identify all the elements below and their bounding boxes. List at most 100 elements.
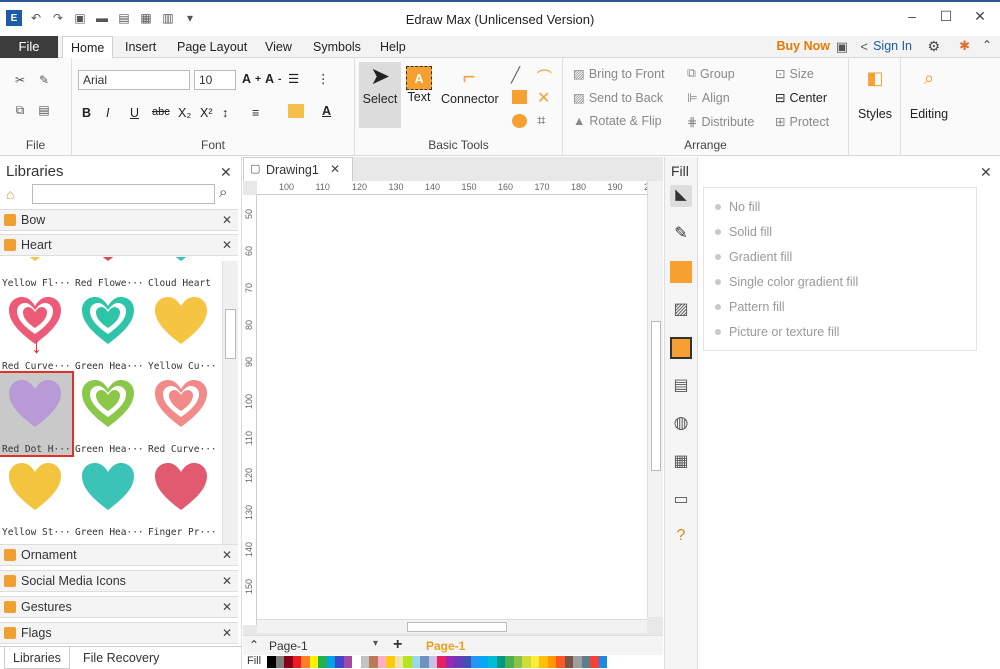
add-page-icon[interactable]: + — [393, 636, 402, 654]
close-category-icon[interactable]: ✕ — [222, 548, 232, 562]
page-tab[interactable]: Page-1 — [426, 639, 465, 653]
globe-icon[interactable]: ◍ — [670, 413, 692, 435]
page-selector[interactable]: Page-1 — [269, 639, 308, 653]
library-scrollbar[interactable] — [222, 261, 238, 545]
color-swatch[interactable] — [292, 656, 301, 668]
color-swatch[interactable] — [386, 656, 395, 668]
library-shape[interactable]: Yellow Cu··· — [146, 290, 218, 372]
fill-option-no-fill[interactable]: No fill — [715, 200, 760, 214]
tab-view[interactable]: View — [257, 36, 300, 58]
close-category-icon[interactable]: ✕ — [222, 626, 232, 640]
color-swatch[interactable] — [352, 656, 361, 668]
library-search-input[interactable] — [32, 184, 215, 204]
protect-button[interactable]: ⊞ Protect — [775, 114, 829, 130]
size-button[interactable]: ⊡ Size — [775, 66, 814, 82]
minimize-button[interactable]: – — [900, 8, 924, 28]
color-swatch[interactable] — [335, 656, 344, 668]
category-flags[interactable]: Flags ✕ — [0, 622, 238, 644]
color-swatch[interactable] — [369, 656, 378, 668]
color-swatch[interactable] — [318, 656, 327, 668]
grow-font-icon[interactable]: A + — [242, 72, 261, 86]
category-bow[interactable]: Bow ✕ — [0, 209, 238, 231]
center-button[interactable]: ⊟ Center — [775, 90, 827, 106]
tab-insert[interactable]: Insert — [117, 36, 164, 58]
help-icon[interactable]: ? — [670, 527, 692, 549]
fill-option-pattern[interactable]: Pattern fill — [715, 300, 785, 314]
color-swatch[interactable] — [547, 656, 556, 668]
color-swatch[interactable] — [556, 656, 565, 668]
color-swatch[interactable] — [284, 656, 293, 668]
ellipse-tool-icon[interactable] — [512, 114, 527, 128]
color-swatch[interactable] — [360, 656, 369, 668]
collapse-icon[interactable]: ⌃ — [249, 638, 259, 652]
align-button[interactable]: ⊫ Align — [687, 90, 730, 106]
category-gestures[interactable]: Gestures ✕ — [0, 596, 238, 618]
scroll-thumb[interactable] — [407, 622, 507, 632]
color-swatch[interactable] — [411, 656, 420, 668]
shadow-panel-icon[interactable] — [670, 261, 692, 283]
document-panel-icon[interactable]: ▤ — [670, 375, 692, 397]
category-heart[interactable]: Heart ✕ — [0, 234, 238, 256]
send-to-back-button[interactable]: ▨ Send to Back — [573, 90, 663, 106]
close-libraries-icon[interactable]: ✕ — [220, 164, 232, 181]
collapse-ribbon-icon[interactable]: ⌃ — [982, 38, 992, 52]
font-color-icon[interactable]: A — [322, 104, 331, 118]
line-panel-icon[interactable]: ✎ — [670, 223, 692, 245]
color-swatch[interactable] — [471, 656, 480, 668]
page-panel-icon[interactable]: ▦ — [670, 451, 692, 473]
connector-button[interactable]: ⌐ Connector — [441, 62, 499, 128]
fill-option-picture-texture[interactable]: Picture or texture fill — [715, 325, 839, 339]
color-swatch[interactable] — [343, 656, 352, 668]
layer-panel-icon[interactable] — [670, 337, 692, 359]
color-swatch[interactable] — [581, 656, 590, 668]
color-swatch[interactable] — [326, 656, 335, 668]
bold-icon[interactable]: B — [82, 106, 91, 120]
library-shape[interactable]: Yellow St··· — [0, 456, 72, 538]
cross-tool-icon[interactable]: ✕ — [537, 88, 550, 108]
color-swatch[interactable] — [445, 656, 454, 668]
color-swatch[interactable] — [462, 656, 471, 668]
copy-icon[interactable]: ⧉ — [12, 102, 28, 118]
distribute-button[interactable]: ⋕ Distribute — [687, 114, 754, 130]
gear-icon[interactable]: ⚙ — [927, 38, 940, 55]
tab-file-recovery[interactable]: File Recovery — [75, 647, 167, 669]
bring-to-front-button[interactable]: ▨ Bring to Front — [573, 66, 665, 82]
library-shape[interactable]: Red Dot H··· — [0, 371, 74, 457]
color-swatch[interactable] — [394, 656, 403, 668]
font-name-select[interactable]: Arial — [78, 70, 190, 90]
color-swatch[interactable] — [309, 656, 318, 668]
library-shape[interactable]: Cloud Heart — [146, 257, 218, 289]
library-shape[interactable]: Red Curve··· — [146, 373, 218, 455]
fill-option-single-color-gradient[interactable]: Single color gradient fill — [715, 275, 858, 289]
color-swatch[interactable] — [437, 656, 446, 668]
color-swatch[interactable] — [428, 656, 437, 668]
color-swatch[interactable] — [564, 656, 573, 668]
close-document-icon[interactable]: ✕ — [330, 162, 340, 176]
page-dropdown-icon[interactable]: ▾ — [373, 638, 378, 649]
rectangle-tool-icon[interactable] — [512, 90, 527, 104]
arc-tool-icon[interactable]: ⌒ — [537, 66, 552, 87]
color-swatch[interactable] — [420, 656, 429, 668]
color-swatch[interactable] — [598, 656, 607, 668]
color-swatch[interactable] — [522, 656, 531, 668]
color-swatch[interactable] — [275, 656, 284, 668]
fill-panel-icon[interactable]: ◣ — [670, 185, 692, 207]
line-tool-icon[interactable]: ╱ — [511, 66, 520, 84]
group-button[interactable]: ⧉ Group — [687, 66, 735, 81]
canvas-vertical-scrollbar[interactable] — [647, 181, 663, 617]
superscript-icon[interactable]: X² — [200, 106, 213, 120]
file-menu-tab[interactable]: File — [0, 36, 58, 58]
tab-symbols[interactable]: Symbols — [305, 36, 369, 58]
color-swatch[interactable] — [301, 656, 310, 668]
tab-libraries[interactable]: Libraries — [4, 647, 70, 669]
crop-tool-icon[interactable]: ⌗ — [537, 112, 545, 129]
select-button[interactable]: ➤ Select — [359, 62, 401, 128]
color-swatch[interactable] — [479, 656, 488, 668]
color-swatch[interactable] — [496, 656, 505, 668]
search-icon[interactable]: ⌕ — [219, 184, 227, 201]
library-shape[interactable]: Green Hea··· — [73, 290, 145, 372]
scroll-thumb[interactable] — [225, 309, 236, 359]
tab-page-layout[interactable]: Page Layout — [169, 36, 255, 58]
subscript-icon[interactable]: X₂ — [178, 106, 191, 120]
library-shape[interactable]: Finger Pr··· — [146, 456, 218, 538]
